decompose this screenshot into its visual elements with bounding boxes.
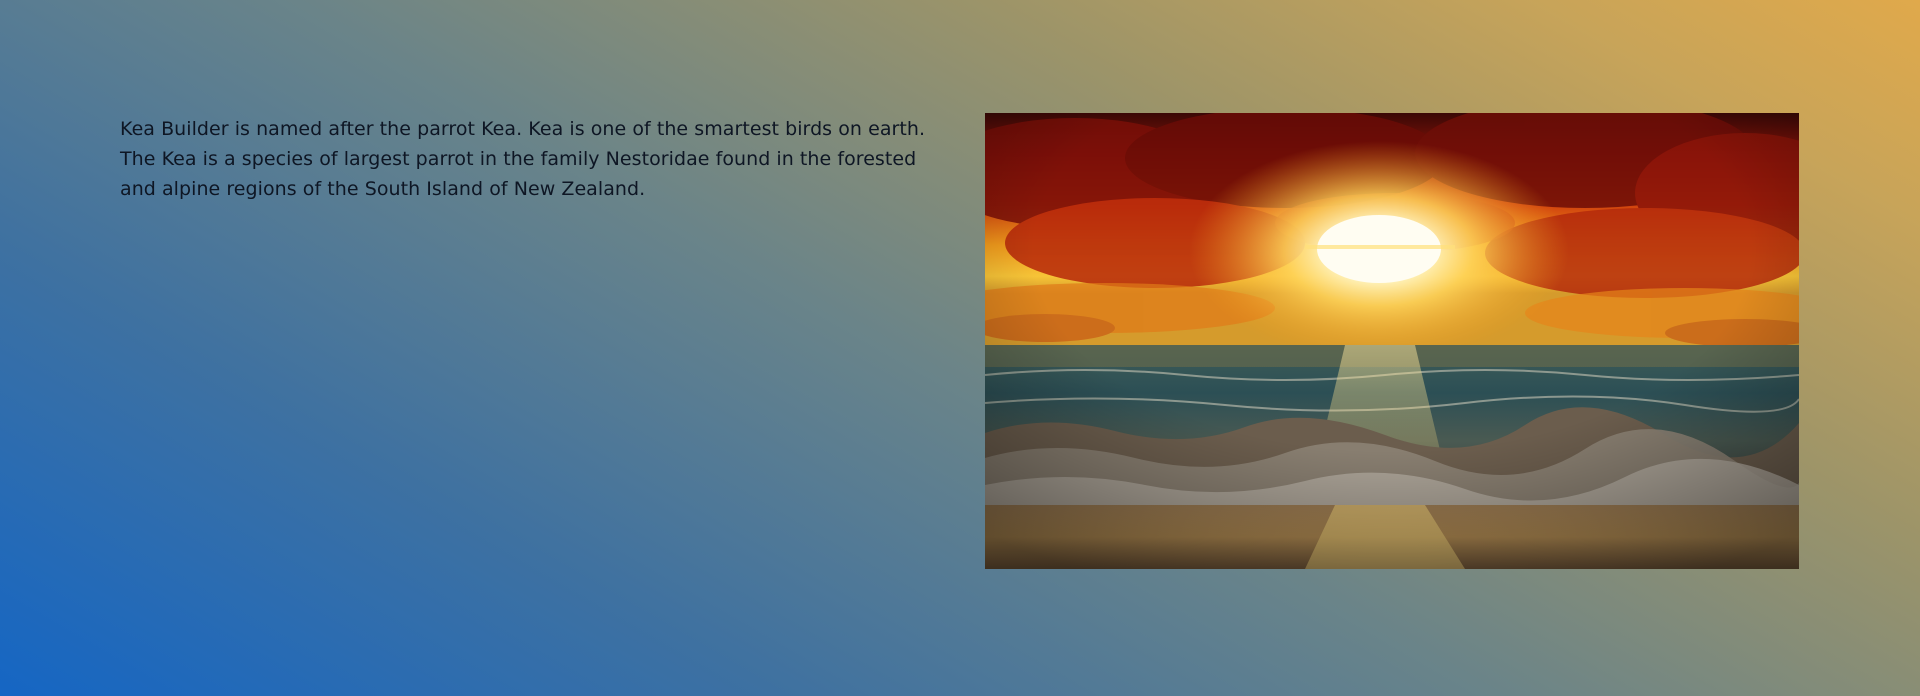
- about-description: Kea Builder is named after the parrot Ke…: [120, 118, 926, 200]
- sunset-ocean-image: [985, 113, 1799, 569]
- about-section: Kea Builder is named after the parrot Ke…: [0, 0, 1920, 696]
- sunset-illustration: [985, 113, 1799, 569]
